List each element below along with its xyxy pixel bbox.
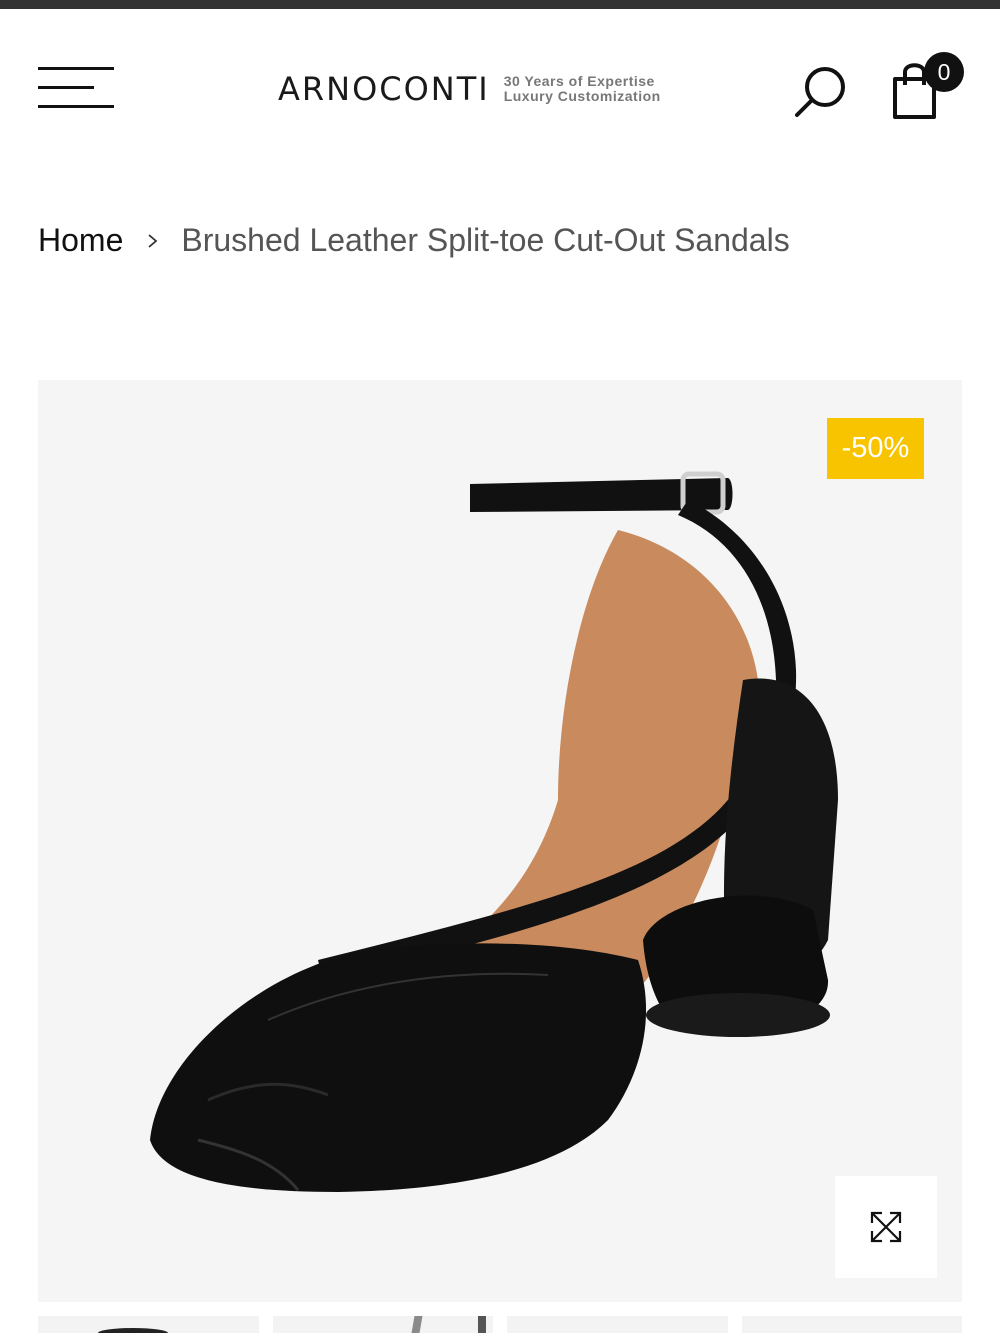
tagline-line-1: 30 Years of Expertise <box>503 73 655 89</box>
cart-count-badge: 0 <box>924 52 964 92</box>
tagline-line-2: Luxury Customization <box>503 88 661 104</box>
thumbnail-1[interactable] <box>38 1316 259 1333</box>
status-bar <box>0 0 1000 9</box>
expand-icon <box>870 1211 902 1243</box>
menu-button[interactable] <box>38 67 116 109</box>
logo-text: ARNOCONTI <box>278 70 490 108</box>
breadcrumb-home-link[interactable]: Home <box>38 222 123 259</box>
thumbnail-strip <box>38 1316 962 1333</box>
menu-line <box>38 67 114 70</box>
thumbnail-3[interactable] <box>507 1316 728 1333</box>
discount-badge: -50% <box>827 418 924 479</box>
product-image-gallery[interactable]: -50% <box>38 380 962 1302</box>
site-header: ARNOCONTI 30 Years of Expertise Luxury C… <box>0 9 1000 159</box>
thumbnail-2[interactable] <box>272 1316 493 1333</box>
site-logo[interactable]: ARNOCONTI 30 Years of Expertise Luxury C… <box>278 67 661 111</box>
chevron-right-icon <box>148 233 158 248</box>
search-icon <box>795 67 845 117</box>
product-image <box>150 471 838 1192</box>
search-button[interactable] <box>792 63 850 121</box>
logo-tagline: 30 Years of Expertise Luxury Customizati… <box>504 74 661 104</box>
breadcrumb: Home Brushed Leather Split-toe Cut-Out S… <box>38 222 790 259</box>
thumbnail-4[interactable] <box>741 1316 962 1333</box>
breadcrumb-current: Brushed Leather Split-toe Cut-Out Sandal… <box>181 222 790 258</box>
menu-line <box>38 105 114 108</box>
menu-line <box>38 86 94 89</box>
zoom-button[interactable] <box>835 1176 937 1278</box>
